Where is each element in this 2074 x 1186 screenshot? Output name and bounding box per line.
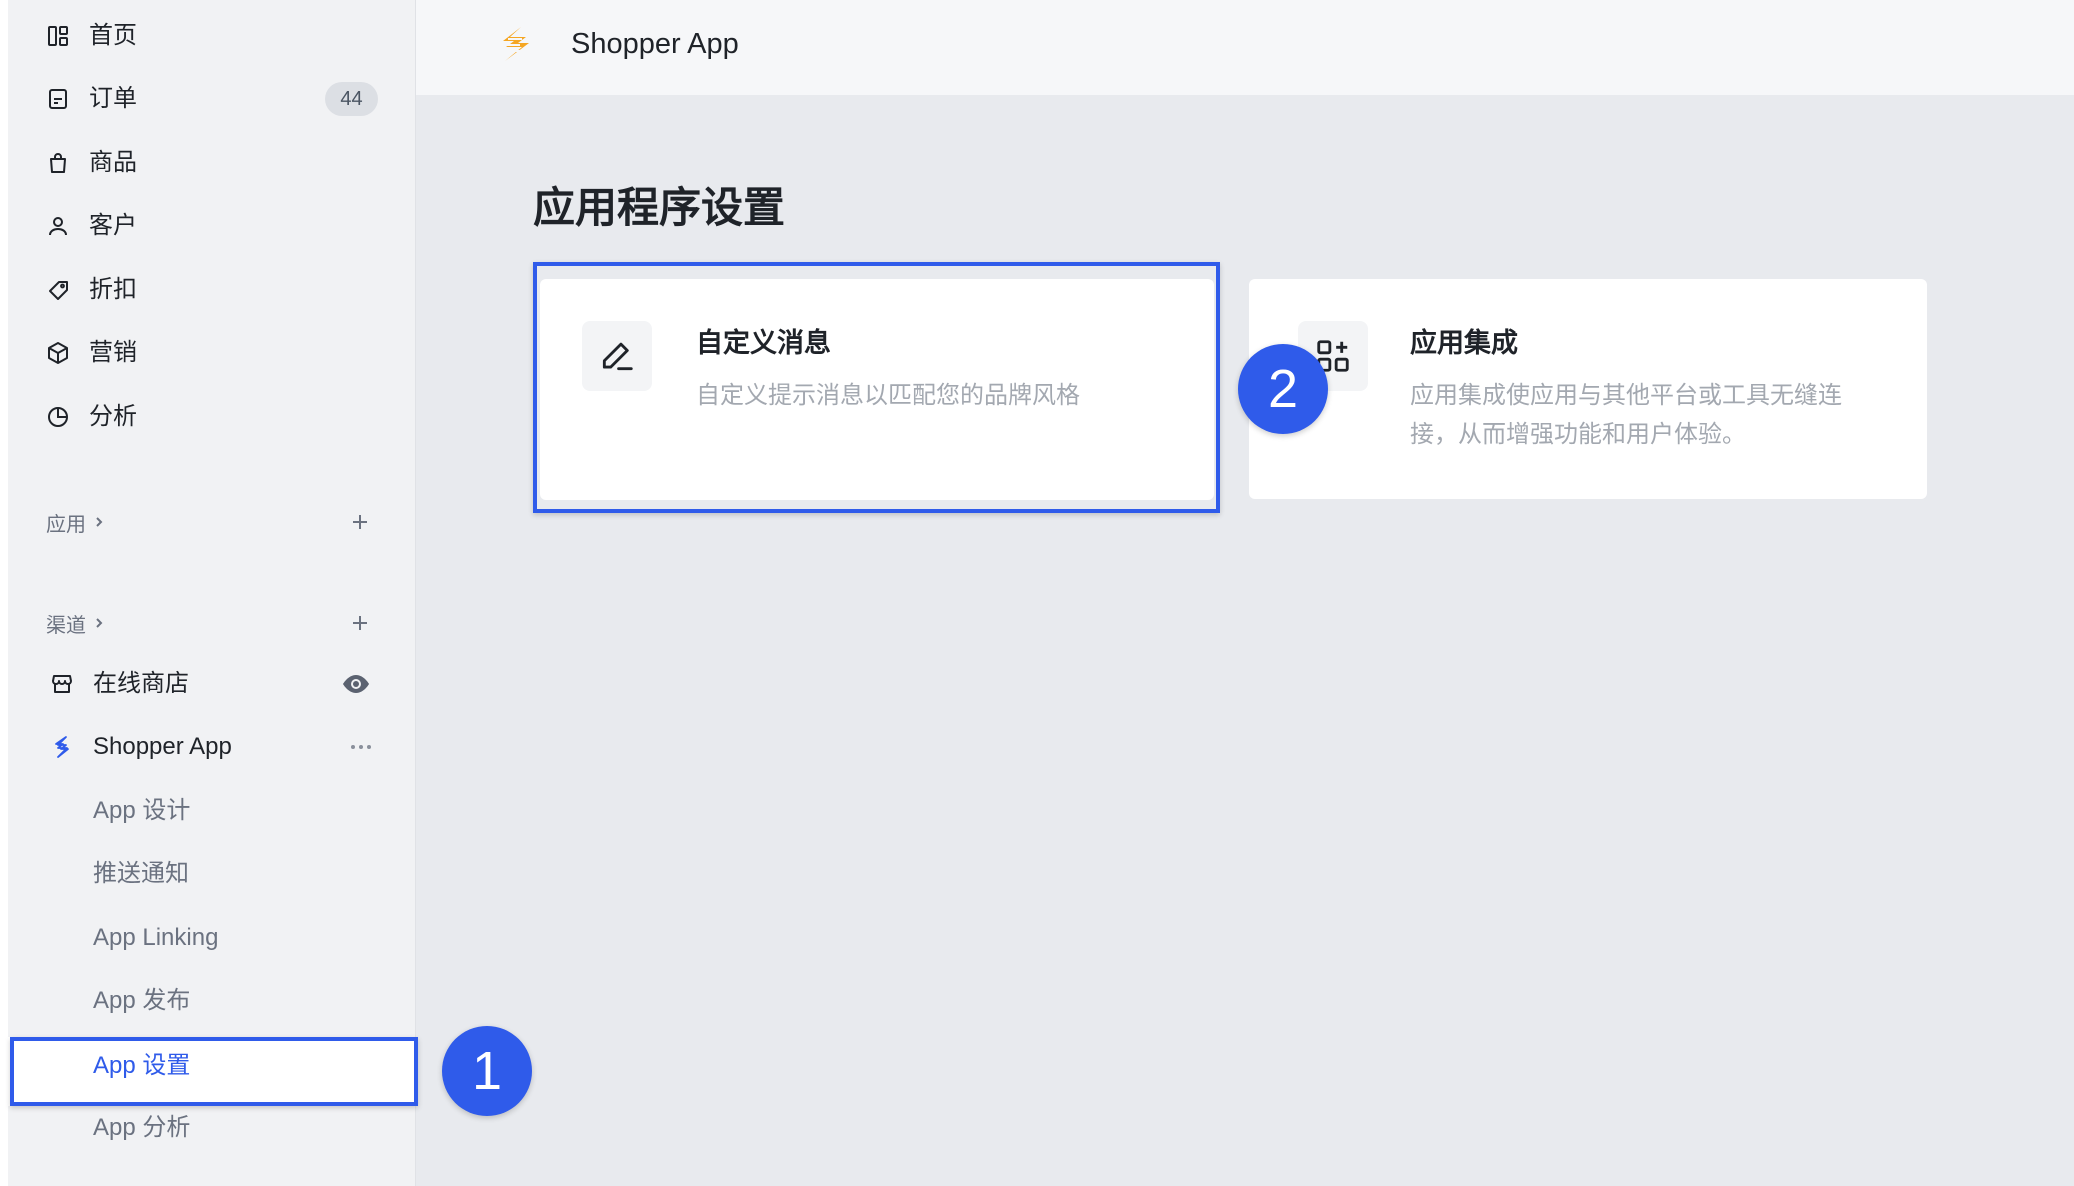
chevron-right-icon [92,515,106,529]
sidebar-item-label: 分析 [89,403,137,430]
sidebar-item-products[interactable]: 商品 [8,135,414,191]
order-count-badge: 44 [325,82,378,116]
shopper-logo-icon [50,735,74,759]
apps-section-toggle[interactable]: 应用 [46,500,106,544]
channels-section: 渠道 [8,601,414,645]
sidebar-item-home[interactable]: 首页 [8,8,414,64]
sidebar-subitem-label: App Linking [93,924,219,951]
card-title: 应用集成 [1410,328,1518,358]
add-app-button[interactable] [348,510,372,534]
sidebar-item-discounts[interactable]: 折扣 [8,262,414,318]
sidebar-item-label: 首页 [89,22,137,49]
main-content [416,95,2074,1186]
eye-icon[interactable] [341,670,371,698]
sidebar-subitem-app-analytics[interactable]: App 分析 [8,1100,414,1156]
apps-section: 应用 [8,500,414,544]
sidebar-item-label: 折扣 [89,276,137,303]
step-marker-1: 1 [442,1026,532,1116]
cube-icon [46,341,70,365]
add-channel-button[interactable] [348,611,372,635]
apps-section-label: 应用 [46,513,86,536]
ellipsis-icon[interactable] [345,735,377,759]
app-integration-card[interactable]: 应用集成 应用集成使应用与其他平台或工具无缝连 接，从而增强功能和用户体验。 [1249,279,1927,499]
top-header: Shopper App [416,0,2074,95]
sidebar-item-orders[interactable]: 订单 44 [8,71,414,127]
sidebar-subitem-app-publish[interactable]: App 发布 [8,973,414,1029]
pie-chart-icon [46,405,70,429]
channels-section-toggle[interactable]: 渠道 [46,601,106,645]
sidebar-subitem-app-design[interactable]: App 设计 [8,783,414,839]
sidebar-item-label: 商品 [89,149,137,176]
user-icon [46,214,70,238]
sidebar-item-analytics[interactable]: 分析 [8,389,414,445]
custom-message-card[interactable]: 自定义消息 自定义提示消息以匹配您的品牌风格 [540,279,1214,500]
tag-icon [46,278,70,302]
header-app-name: Shopper App [571,28,739,60]
sidebar-subitem-app-linking[interactable]: App Linking [8,910,414,966]
card-title: 自定义消息 [696,328,831,358]
bag-icon [46,151,70,175]
sidebar-subitem-label: 推送通知 [93,860,189,887]
step-marker-2: 2 [1238,344,1328,434]
sidebar-subitem-push-notifications[interactable]: 推送通知 [8,846,414,902]
sidebar-item-label: 客户 [89,212,137,239]
sidebar-item-label: Shopper App [93,733,232,760]
card-description-line: 自定义提示消息以匹配您的品牌风格 [696,382,1080,409]
sidebar-subitem-label: App 设置 [93,1052,191,1079]
page-title: 应用程序设置 [533,184,786,231]
store-icon [50,672,74,696]
sidebar: 首页 订单 44 商品 客户 折扣 营销 分析 应用 渠道 在线商店 Shopp… [8,0,416,1186]
card-description: 自定义提示消息以匹配您的品牌风格 [696,376,1080,415]
sidebar-item-label: 订单 [89,85,137,112]
sidebar-item-online-store[interactable]: 在线商店 [8,656,414,712]
sidebar-item-marketing[interactable]: 营销 [8,325,414,381]
sidebar-subitem-label: App 设计 [93,797,191,824]
shopper-logo-icon [494,24,534,64]
sidebar-subitem-label: App 发布 [93,987,191,1014]
sidebar-item-label: 营销 [89,339,137,366]
chevron-right-icon [92,616,106,630]
order-icon [46,87,70,111]
sidebar-item-label: 在线商店 [93,670,189,697]
card-description-line: 接，从而增强功能和用户体验。 [1410,421,1746,448]
sidebar-item-shopper-app[interactable]: Shopper App [8,719,414,775]
card-description: 应用集成使应用与其他平台或工具无缝连 接，从而增强功能和用户体验。 [1410,376,1842,454]
sidebar-subitem-app-settings[interactable]: App 设置 [8,1037,414,1106]
sidebar-subitem-label: App 分析 [93,1114,191,1141]
channels-section-label: 渠道 [46,614,86,637]
card-description-line: 应用集成使应用与其他平台或工具无缝连 [1410,382,1842,409]
sidebar-item-customers[interactable]: 客户 [8,198,414,254]
edit-icon [582,321,652,391]
dashboard-icon [46,24,70,48]
